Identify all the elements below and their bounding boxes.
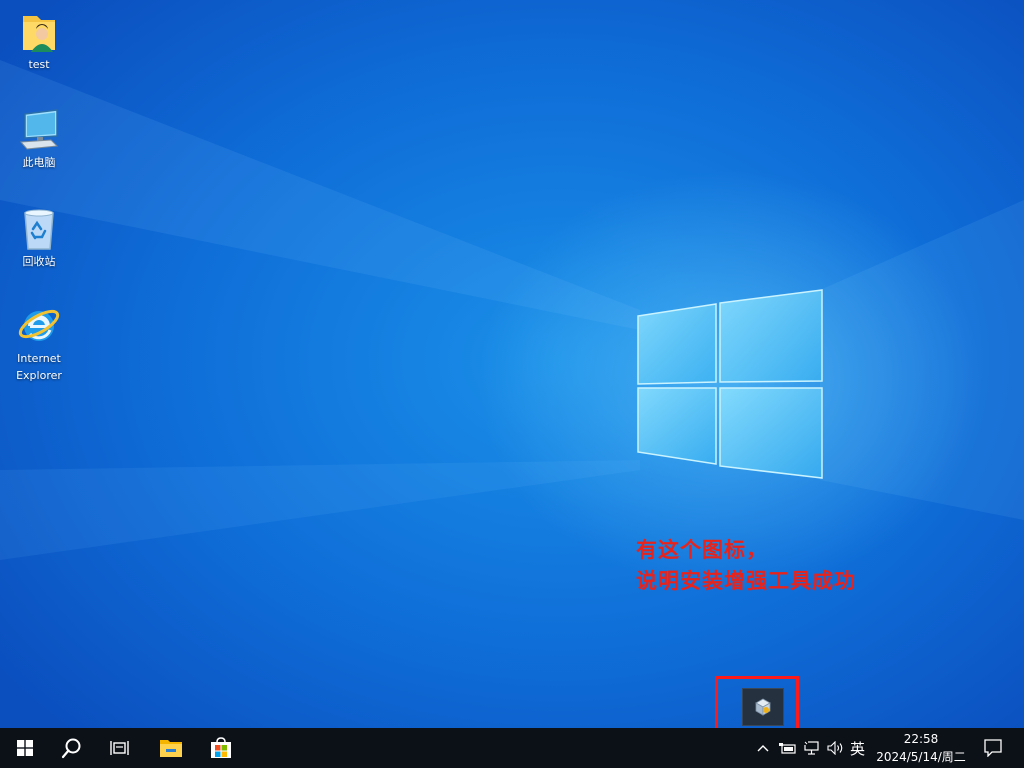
- desktop-icon-recycle-bin[interactable]: 回收站: [1, 207, 77, 270]
- desktop-icon-label: test: [28, 58, 50, 71]
- notification-icon: [984, 739, 1002, 757]
- wallpaper-light-beams: [0, 60, 1024, 560]
- tray-overflow-chevron[interactable]: [752, 728, 774, 768]
- this-pc-icon: [19, 109, 59, 150]
- desktop-icon-label: 回收站: [22, 255, 56, 268]
- annotation-line1: 有这个图标，: [636, 538, 768, 562]
- file-explorer-icon: [160, 740, 182, 757]
- chevron-up-icon: [757, 745, 769, 752]
- clock[interactable]: 22:58 2024/5/14/周二: [870, 730, 972, 766]
- windows-logo-wallpaper: [637, 289, 823, 479]
- desktop-icon-test[interactable]: test: [1, 10, 77, 73]
- internet-explorer-icon: [18, 309, 60, 341]
- microsoft-store-button[interactable]: [198, 728, 244, 768]
- start-button[interactable]: [4, 728, 46, 768]
- desktop-icon-label: 此电脑: [22, 156, 56, 169]
- desktop-icon-label-line2: Explorer: [16, 369, 62, 382]
- tray-network[interactable]: [800, 728, 824, 768]
- desktop-icon-this-pc[interactable]: 此电脑: [1, 108, 77, 171]
- file-explorer-button[interactable]: [148, 728, 194, 768]
- microsoft-store-icon: [211, 737, 231, 758]
- recycle-bin-icon: [24, 209, 54, 250]
- windows-start-icon: [17, 740, 33, 756]
- taskbar: 英 22:58 2024/5/14/周二: [0, 728, 1024, 768]
- action-center-button[interactable]: [978, 728, 1008, 768]
- network-icon: [804, 741, 819, 755]
- task-view-icon: [110, 741, 129, 755]
- desktop-icon-label-line1: Internet: [17, 352, 61, 365]
- search-icon: [61, 738, 81, 759]
- volume-icon: [827, 741, 843, 755]
- search-button[interactable]: [50, 728, 94, 768]
- desktop-background: test 此电脑 回收站 Internet Explorer 有这个图标， 说明…: [0, 0, 1024, 728]
- input-method-indicator[interactable]: 英: [850, 738, 865, 759]
- clock-time: 22:58: [903, 732, 939, 746]
- task-view-button[interactable]: [98, 728, 142, 768]
- clock-date: 2024/5/14/周二: [876, 750, 966, 764]
- battery-icon: [779, 743, 796, 754]
- tray-battery[interactable]: [776, 728, 800, 768]
- highlight-box: [715, 676, 799, 734]
- annotation-line2: 说明安装增强工具成功: [636, 569, 856, 593]
- user-folder-icon: [23, 16, 55, 52]
- annotation-text: 有这个图标， 说明安装增强工具成功: [636, 535, 856, 597]
- desktop-icon-internet-explorer[interactable]: Internet Explorer: [1, 302, 77, 384]
- tray-volume[interactable]: [824, 728, 848, 768]
